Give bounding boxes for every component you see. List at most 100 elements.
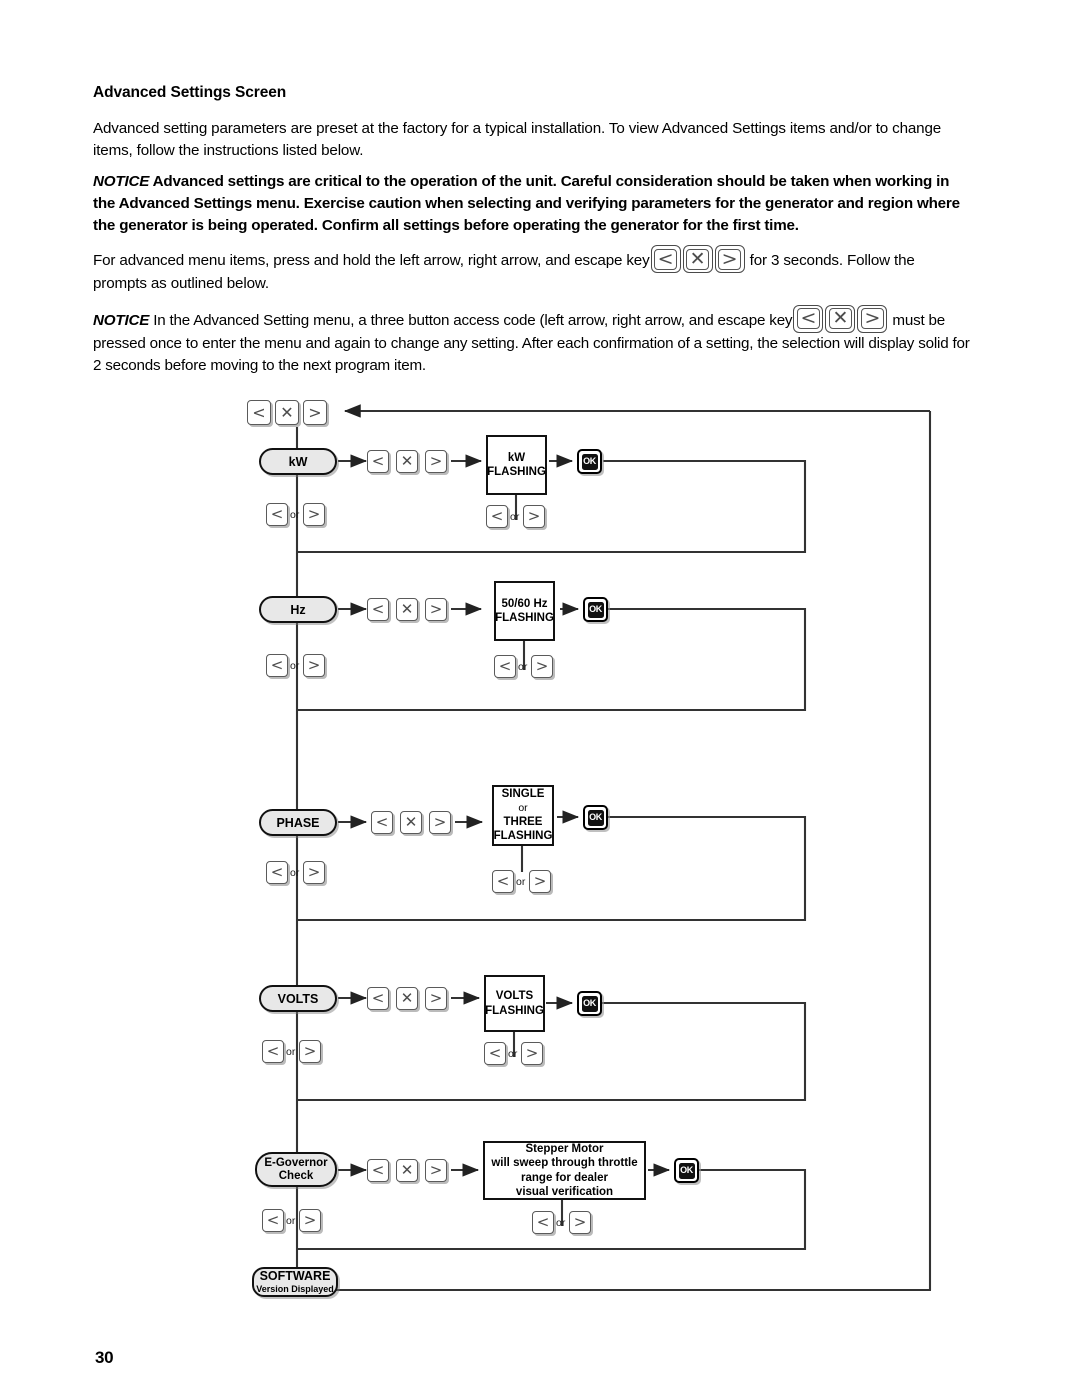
display-line: FLASHING [493, 830, 553, 843]
hz-display-or-label: or [518, 661, 528, 673]
display-line: will sweep through throttle [491, 1157, 638, 1170]
volts-display-left-arrow-key[interactable]: < [484, 1042, 506, 1065]
phase-ok-button[interactable]: OK [583, 805, 608, 830]
egov-display-right-arrow-key[interactable]: > [569, 1211, 591, 1234]
volts-escape-key[interactable]: ✕ [396, 987, 418, 1010]
phase-right-arrow-key[interactable]: > [429, 811, 451, 834]
volts-display-or-label: or [508, 1048, 518, 1060]
key-glyph: > [535, 657, 549, 675]
key-glyph: < [371, 989, 385, 1007]
node-egovernor[interactable]: E-Governor Check [255, 1152, 337, 1187]
node-volts[interactable]: VOLTS [259, 985, 337, 1012]
key-glyph: > [303, 1211, 317, 1229]
volts-left-arrow-key[interactable]: < [367, 987, 389, 1010]
escape-key-icon-2: ✕ [825, 304, 856, 333]
phase-left-arrow-key[interactable]: < [371, 811, 393, 834]
top-escape-key[interactable]: ✕ [275, 400, 299, 425]
node-software[interactable]: SOFTWARE Version Displayed [252, 1267, 338, 1297]
node-egovernor-label-2: Check [278, 1169, 314, 1182]
phase-node-or-label: or [290, 867, 300, 879]
hz-right-arrow-key[interactable]: > [425, 598, 447, 621]
intro-paragraph: Advanced setting parameters are preset a… [93, 120, 942, 159]
hz-node-right-arrow-key[interactable]: > [303, 654, 325, 677]
phase-display-right-arrow-key[interactable]: > [529, 870, 551, 893]
key-glyph: < [270, 656, 284, 674]
node-kw[interactable]: kW [259, 448, 337, 475]
phase-display-or-label: or [516, 876, 526, 888]
volts-node-or-label: or [286, 1046, 296, 1058]
display-volts: VOLTS FLASHING [484, 975, 545, 1032]
key-glyph: < [498, 657, 512, 675]
volts-ok-return-path [298, 1001, 807, 1102]
key-glyph: > [307, 656, 321, 674]
key-glyph: < [536, 1213, 550, 1231]
hz-display-right-arrow-key[interactable]: > [531, 655, 553, 678]
display-line: range for dealer [521, 1171, 608, 1184]
volts-node-right-arrow-key[interactable]: > [299, 1040, 321, 1063]
kw-node-or-label: or [290, 509, 300, 521]
right-arrow-key-icon-2: > [857, 304, 888, 333]
hz-left-arrow-key[interactable]: < [367, 598, 389, 621]
node-hz[interactable]: Hz [259, 596, 337, 623]
key-glyph: < [496, 872, 510, 890]
volts-display-right-arrow-key[interactable]: > [521, 1042, 543, 1065]
hz-ok-button[interactable]: OK [583, 597, 608, 622]
key-glyph: ✕ [404, 813, 418, 831]
hz-escape-key[interactable]: ✕ [396, 598, 418, 621]
kw-display-left-arrow-key[interactable]: < [486, 505, 508, 528]
egov-node-right-arrow-key[interactable]: > [299, 1209, 321, 1232]
key-glyph: < [490, 507, 504, 525]
volts-right-arrow-key[interactable]: > [425, 987, 447, 1010]
phase-escape-key[interactable]: ✕ [400, 811, 422, 834]
key-glyph: < [371, 1161, 385, 1179]
phase-node-right-arrow-key[interactable]: > [303, 861, 325, 884]
left-arrow-glyph: < [657, 247, 674, 270]
volts-node-left-arrow-key[interactable]: < [262, 1040, 284, 1063]
page-number: 30 [95, 1348, 114, 1367]
egov-node-left-arrow-key[interactable]: < [262, 1209, 284, 1232]
key-glyph: ✕ [280, 402, 294, 422]
kw-display-right-arrow-key[interactable]: > [523, 505, 545, 528]
kw-node-right-arrow-key[interactable]: > [303, 503, 325, 526]
key-glyph: > [307, 505, 321, 523]
left-arrow-key-icon: < [650, 245, 681, 274]
volts-ok-button[interactable]: OK [577, 991, 602, 1016]
display-line: THREE [503, 815, 543, 828]
key-glyph: < [270, 505, 284, 523]
right-arrow-key-icon: > [714, 245, 745, 274]
phase-node-left-arrow-key[interactable]: < [266, 861, 288, 884]
phase-display-left-arrow-key[interactable]: < [492, 870, 514, 893]
top-right-arrow-key[interactable]: > [303, 400, 327, 425]
kw-ok-button[interactable]: OK [577, 449, 602, 474]
kw-right-arrow-key[interactable]: > [425, 450, 447, 473]
escape-glyph-2: ✕ [832, 307, 849, 330]
display-line: visual verification [515, 1185, 614, 1198]
kw-left-arrow-key[interactable]: < [367, 450, 389, 473]
hz-node-left-arrow-key[interactable]: < [266, 654, 288, 677]
display-hz: 50/60 Hz FLASHING [494, 581, 555, 641]
node-phase[interactable]: PHASE [259, 809, 337, 836]
egov-escape-key[interactable]: ✕ [396, 1159, 418, 1182]
kw-escape-key[interactable]: ✕ [396, 450, 418, 473]
key-glyph: < [270, 863, 284, 881]
display-phase: SINGLE or THREE FLASHING [492, 785, 554, 846]
display-line: kW [507, 451, 526, 464]
egov-display-left-arrow-key[interactable]: < [532, 1211, 554, 1234]
egov-ok-button[interactable]: OK [674, 1158, 699, 1183]
instruction-text-pre: For advanced menu items, press and hold … [93, 252, 650, 270]
kw-node-left-arrow-key[interactable]: < [266, 503, 288, 526]
egov-right-arrow-key[interactable]: > [425, 1159, 447, 1182]
top-left-arrow-key[interactable]: < [247, 400, 271, 425]
display-line: FLASHING [487, 466, 546, 478]
right-arrow-glyph: > [721, 247, 738, 270]
node-software-sub: Version Displayed [256, 1284, 334, 1295]
hz-display-left-arrow-key[interactable]: < [494, 655, 516, 678]
ok-label: OK [587, 809, 604, 826]
ok-label: OK [587, 601, 604, 618]
notice-label-1: NOTICE [93, 173, 150, 191]
node-phase-label: PHASE [276, 815, 320, 830]
display-egovernor: Stepper Motor will sweep through throttl… [483, 1141, 646, 1200]
key-glyph: > [307, 863, 321, 881]
key-glyph: ✕ [400, 1161, 414, 1179]
egov-left-arrow-key[interactable]: < [367, 1159, 389, 1182]
